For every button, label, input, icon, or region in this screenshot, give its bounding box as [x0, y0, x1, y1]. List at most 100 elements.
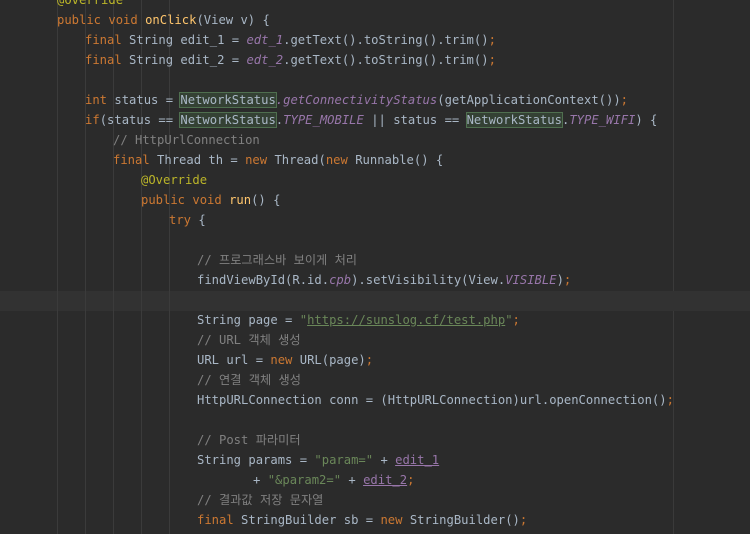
code-token: VISIBLE: [505, 273, 557, 287]
code-token: || status ==: [363, 113, 467, 127]
code-line[interactable]: [0, 410, 750, 430]
code-token: ): [556, 273, 564, 287]
code-token: .getText().toString().trim(): [283, 33, 489, 47]
code-token: // 프로그래스바 보이게 처리: [197, 253, 358, 267]
code-line[interactable]: int status = NetworkStatus.getConnectivi…: [0, 90, 750, 110]
code-line[interactable]: final String edit_1 = edt_1.getText().to…: [0, 30, 750, 50]
code-token: "&param2=": [267, 473, 342, 487]
code-line[interactable]: [0, 290, 750, 310]
code-token: StringBuilder(): [409, 513, 520, 527]
code-token: HttpURLConnection conn = (HttpURLConnect…: [197, 393, 667, 407]
code-line[interactable]: @Override: [0, 170, 750, 190]
code-token: String page =: [197, 313, 300, 327]
code-token: Runnable() {: [355, 153, 444, 167]
code-line[interactable]: [0, 70, 750, 90]
code-token: "param=": [314, 453, 374, 467]
code-token: NetworkStatus: [465, 112, 563, 128]
code-token: onClick: [145, 13, 197, 27]
code-line[interactable]: @Override: [0, 0, 750, 10]
code-token: ;: [563, 273, 572, 287]
code-token: String params =: [197, 453, 315, 467]
code-token: NetworkStatus: [179, 112, 277, 128]
code-line[interactable]: public void onClick(View v) {: [0, 10, 750, 30]
code-token: // 결과값 저장 문자열: [197, 493, 324, 507]
code-token: public void: [57, 13, 146, 27]
code-token: TYPE_MOBILE: [283, 113, 364, 127]
code-token: // URL 객체 생성: [197, 333, 301, 347]
code-token: ": [505, 313, 513, 327]
code-token: new: [325, 153, 356, 167]
code-token: (View v) {: [196, 13, 270, 27]
code-token: Thread(: [274, 153, 326, 167]
code-line[interactable]: String params = "param=" + edit_1: [0, 450, 750, 470]
code-line[interactable]: if(status == NetworkStatus.TYPE_MOBILE |…: [0, 110, 750, 130]
code-token: new: [245, 153, 275, 167]
code-token: ).setVisibility(View.: [351, 273, 506, 287]
code-token: ;: [407, 473, 415, 487]
code-line[interactable]: String page = "https://sunslog.cf/test.p…: [0, 310, 750, 330]
code-token: edit_2: [363, 473, 408, 487]
code-token: .getText().toString().trim(): [283, 53, 489, 67]
code-line[interactable]: [0, 230, 750, 250]
code-token: StringBuilder sb =: [241, 513, 381, 527]
code-token: (getApplicationContext()): [437, 93, 621, 107]
code-token: String edit_2 =: [129, 53, 247, 67]
code-line[interactable]: // HttpUrlConnection: [0, 130, 750, 150]
code-line[interactable]: // 결과값 저장 문자열: [0, 490, 750, 510]
code-token: cpb: [329, 273, 352, 287]
code-token: () {: [251, 193, 281, 207]
code-line[interactable]: final Thread th = new Thread(new Runnabl…: [0, 150, 750, 170]
code-line[interactable]: findViewById(R.id.cpb).setVisibility(Vie…: [0, 270, 750, 290]
code-token: edt_2: [246, 53, 284, 67]
code-token: https://sunslog.cf/test.php: [307, 313, 506, 327]
code-token: NetworkStatus: [179, 92, 277, 108]
code-token: URL url =: [197, 353, 271, 367]
code-token: final: [197, 513, 242, 527]
code-token: status =: [114, 93, 181, 107]
code-line[interactable]: // 연결 객체 생성: [0, 370, 750, 390]
code-token: ;: [620, 93, 629, 107]
code-token: // Post 파라미터: [197, 433, 301, 447]
code-token: ;: [365, 353, 374, 367]
code-line[interactable]: // Post 파라미터: [0, 430, 750, 450]
code-token: new: [380, 513, 410, 527]
code-token: ;: [488, 53, 496, 67]
code-token: int: [85, 93, 115, 107]
code-token: Thread th =: [157, 153, 246, 167]
code-token: final: [85, 33, 130, 47]
code-token: new: [270, 353, 300, 367]
code-line[interactable]: try {: [0, 210, 750, 230]
code-token: final: [113, 153, 158, 167]
code-token: ;: [519, 513, 528, 527]
code-token: public void: [141, 193, 230, 207]
code-line[interactable]: final StringBuilder sb = new StringBuild…: [0, 510, 750, 530]
code-token: ": [299, 313, 308, 327]
code-token: try: [169, 213, 199, 227]
code-line[interactable]: URL url = new URL(page);: [0, 350, 750, 370]
code-token: @Override: [57, 0, 124, 7]
code-line[interactable]: HttpURLConnection conn = (HttpURLConnect…: [0, 390, 750, 410]
code-token: // 연결 객체 생성: [197, 373, 301, 387]
code-token: URL(page): [299, 353, 366, 367]
code-token: (status ==: [99, 113, 181, 127]
code-token: @Override: [141, 173, 208, 187]
code-token: TYPE_WIFI: [569, 113, 636, 127]
code-line[interactable]: // URL 객체 생성: [0, 330, 750, 350]
code-token: if: [85, 113, 100, 127]
code-token: ;: [666, 393, 674, 407]
code-token: ;: [512, 313, 520, 327]
code-editor[interactable]: @Override public void onClick(View v) {fi…: [0, 0, 750, 530]
code-token: findViewById(R.id.: [197, 273, 330, 287]
code-token: ;: [488, 33, 496, 47]
code-line[interactable]: public void run() {: [0, 190, 750, 210]
code-token: edit_1: [395, 453, 440, 467]
code-line[interactable]: // 프로그래스바 보이게 처리: [0, 250, 750, 270]
code-token: run: [229, 193, 252, 207]
code-token: String edit_1 =: [129, 33, 247, 47]
code-line[interactable]: final String edit_2 = edt_2.getText().to…: [0, 50, 750, 70]
code-token: +: [341, 473, 364, 487]
code-line[interactable]: + "&param2=" + edit_2;: [0, 470, 750, 490]
code-token: +: [373, 453, 396, 467]
code-token: // HttpUrlConnection: [113, 133, 260, 147]
code-token: .getConnectivityStatus: [275, 93, 438, 107]
